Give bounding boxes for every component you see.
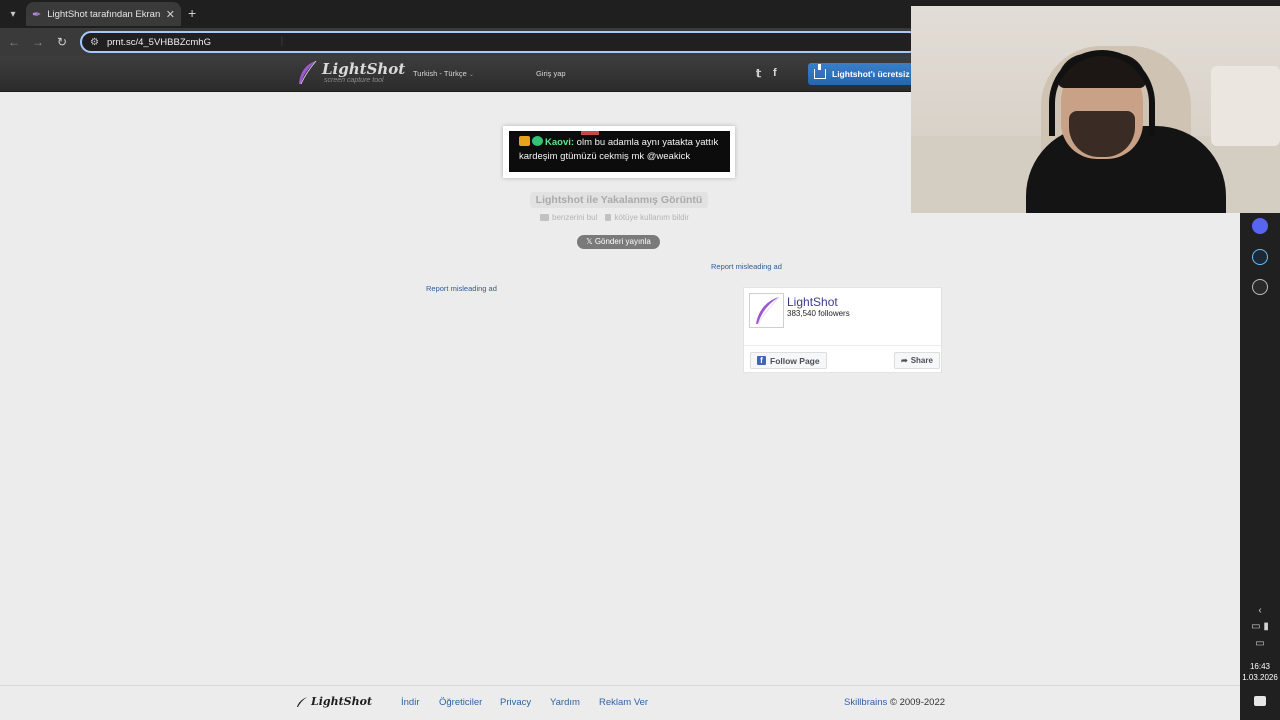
app-icon[interactable]: [1252, 279, 1268, 295]
site-footer: LightShot İndir Öğreticiler Privacy Yard…: [0, 685, 1240, 720]
facebook-page-widget: LightShot 383,540 followers f Follow Pag…: [743, 287, 942, 373]
feather-avatar-icon: [756, 296, 780, 325]
footer-logo-text: LightShot: [311, 695, 373, 708]
copyright: Skillbrains © 2009-2022: [844, 697, 945, 708]
tray-devices-icon[interactable]: ▭ ▮: [1240, 621, 1280, 632]
site-settings-icon[interactable]: ⚙: [90, 37, 99, 48]
copyright-years: © 2009-2022: [889, 697, 946, 708]
trash-icon: [605, 214, 612, 221]
language-label: Turkish - Türkçe: [413, 69, 467, 78]
twitter-icon[interactable]: 𝕥: [756, 67, 761, 80]
screenshot-image: Kaovi: olm bu adamla aynı yatakta yattık…: [509, 131, 730, 172]
back-arrow-icon[interactable]: ←: [6, 34, 22, 50]
report-ad-link-right[interactable]: Report misleading ad: [711, 262, 782, 271]
follow-label: Follow Page: [770, 355, 820, 366]
feather-logo-icon: [297, 696, 307, 707]
skillbrains-link[interactable]: Skillbrains: [844, 697, 887, 708]
webcam-bed: [1211, 66, 1280, 146]
footer-link-help[interactable]: Yardım: [550, 697, 580, 708]
post-button-label: Gönderi yayınla: [594, 237, 651, 246]
image-actions: benzerini bul kötüye kullanım bildir: [540, 213, 689, 222]
red-tab-fragment: [581, 131, 599, 135]
chat-message-part1: olm bu adamla aynı yatakta yattık: [574, 137, 719, 148]
chevron-left-icon[interactable]: ‹: [1240, 605, 1280, 616]
report-ad-link-left[interactable]: Report misleading ad: [426, 284, 497, 293]
url-text[interactable]: prnt.sc/4_5VHBBZcmhG: [107, 37, 211, 48]
chevron-down-icon: ⌄: [468, 72, 474, 78]
footer-link-privacy[interactable]: Privacy: [500, 697, 531, 708]
chat-username: Kaovi:: [545, 137, 575, 148]
address-bar[interactable]: ⚙ prnt.sc/4_5VHBBZcmhG: [80, 31, 920, 53]
footer-link-advertise[interactable]: Reklam Ver: [599, 697, 648, 708]
share-button[interactable]: ➦ Share: [894, 352, 940, 369]
report-abuse-link[interactable]: kötüye kullanım bildir: [605, 213, 689, 222]
browser-tab[interactable]: ✒ LightShot tarafından Ekran Gör ✕: [26, 2, 181, 26]
download-icon: [814, 64, 826, 79]
login-link[interactable]: Giriş yap: [536, 69, 566, 78]
crown-badge-icon: [519, 136, 530, 146]
steam-icon[interactable]: [1252, 249, 1268, 265]
verified-badge-icon: [532, 136, 543, 146]
follower-count: 383,540 followers: [787, 309, 850, 318]
text-cursor-icon: I: [280, 35, 284, 50]
find-similar-link[interactable]: benzerini bul: [540, 213, 597, 222]
share-arrow-icon: ➦: [901, 356, 908, 365]
captured-screenshot[interactable]: Kaovi: olm bu adamla aynı yatakta yattık…: [503, 126, 735, 178]
forward-arrow-icon[interactable]: →: [30, 34, 46, 50]
windows-taskbar: ‹ ▭ ▮ ▭ 16:43 1.03.2026: [1240, 213, 1280, 720]
display-icon[interactable]: ▭: [1240, 638, 1280, 649]
post-tweet-button[interactable]: 𝕏 Gönderi yayınla: [577, 235, 660, 249]
tab-search-chevron-icon[interactable]: ▾: [4, 5, 22, 23]
share-label: Share: [910, 356, 933, 365]
chat-line-2: kardeşim gtümüzü cekmiş mk @weakick: [519, 151, 691, 162]
new-tab-plus-icon[interactable]: +: [188, 5, 196, 21]
footer-link-download[interactable]: İndir: [401, 697, 419, 708]
camera-icon: [540, 214, 549, 221]
notification-icon[interactable]: [1254, 696, 1266, 706]
chat-line-1: Kaovi: olm bu adamla aynı yatakta yattık: [519, 136, 720, 150]
webcam-overlay: [911, 6, 1280, 213]
discord-icon[interactable]: [1252, 218, 1268, 234]
logo-name: LightShot: [322, 60, 406, 78]
close-icon[interactable]: ✕: [166, 8, 175, 21]
tab-title: LightShot tarafından Ekran Gör: [47, 8, 160, 20]
reload-icon[interactable]: ↻: [54, 34, 70, 50]
clock-date: 1.03.2026: [1242, 673, 1278, 682]
logo-tagline: screen capture tool: [324, 77, 384, 84]
download-button[interactable]: Lightshot'ı ücretsiz i: [808, 63, 918, 85]
feather-favicon-icon: ✒: [32, 8, 42, 21]
x-logo-icon: 𝕏: [586, 237, 595, 246]
follow-page-button[interactable]: f Follow Page: [750, 352, 827, 369]
clock[interactable]: 16:43 1.03.2026: [1240, 661, 1280, 683]
page-name[interactable]: LightShot: [787, 295, 838, 309]
report-abuse-label: kötüye kullanım bildir: [614, 213, 690, 222]
footer-link-tutorials[interactable]: Öğreticiler: [439, 697, 482, 708]
page-avatar[interactable]: [749, 293, 784, 328]
facebook-icon: f: [757, 356, 766, 365]
download-label: Lightshot'ı ücretsiz i: [832, 69, 915, 79]
feather-logo-icon: [299, 60, 317, 85]
facebook-icon[interactable]: f: [773, 67, 777, 79]
divider: [744, 345, 941, 346]
image-caption: Lightshot ile Yakalanmış Görüntü: [530, 192, 708, 208]
language-selector[interactable]: Turkish - Türkçe ⌄: [413, 69, 474, 78]
find-similar-label: benzerini bul: [552, 213, 598, 222]
clock-time: 16:43: [1249, 662, 1271, 671]
site-logo[interactable]: LightShot screen capture tool: [296, 60, 405, 86]
footer-logo[interactable]: LightShot: [296, 695, 372, 708]
